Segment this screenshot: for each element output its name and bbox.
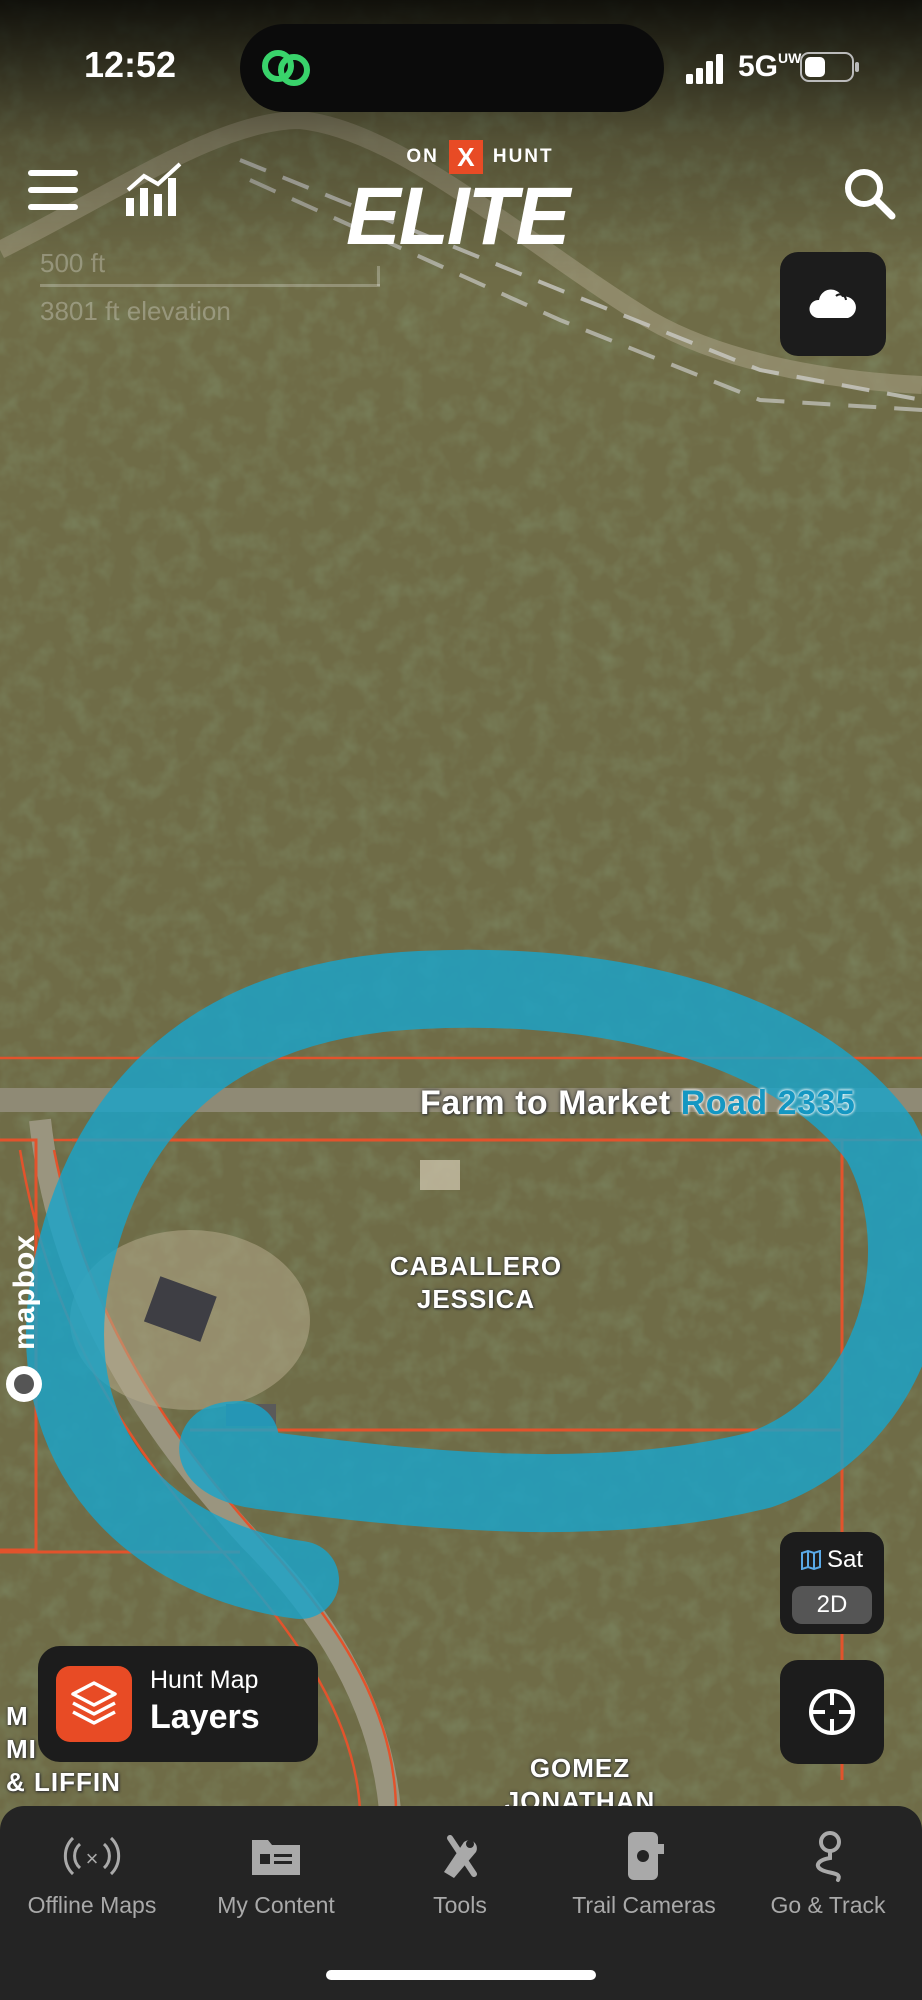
bar-chart-icon — [126, 162, 182, 216]
trail-camera-icon — [628, 1832, 664, 1880]
nav-go-track[interactable]: Go & Track — [736, 1806, 920, 1946]
scale-bar — [40, 284, 380, 287]
parcel-owner-line: JESSICA — [416, 1284, 536, 1314]
parcel-owner-line: CABALLERO — [389, 1251, 563, 1281]
map-fold-icon — [800, 1550, 821, 1570]
satellite-toggle[interactable]: Sat — [780, 1540, 884, 1580]
nav-label: Trail Cameras — [572, 1892, 716, 1918]
brand-logo-top: ON X HUNT — [390, 140, 570, 174]
link-rings-icon — [262, 50, 310, 86]
folder-card-icon — [252, 1840, 300, 1875]
nav-tools[interactable]: Tools — [368, 1806, 552, 1946]
search-icon — [845, 169, 896, 220]
brand-on: ON — [406, 146, 439, 167]
nav-label: Offline Maps — [27, 1892, 157, 1918]
parcel-owner-label[interactable]: CABALLERO JESSICA — [376, 1250, 576, 1316]
home-indicator[interactable] — [326, 1970, 596, 1980]
elevation-readout: 3801 ft elevation — [40, 296, 231, 326]
search-button[interactable] — [842, 166, 896, 220]
layers-stack-icon — [71, 1681, 117, 1725]
battery-icon — [800, 52, 859, 82]
nav-offline-maps[interactable]: × Offline Maps — [0, 1806, 184, 1946]
svg-text:mapbox: mapbox — [8, 1235, 41, 1350]
mapbox-logo[interactable]: mapbox — [0, 1200, 48, 1420]
nav-label: My Content — [217, 1892, 335, 1918]
scale-distance: 500 ft — [40, 248, 106, 278]
hamburger-menu-icon — [28, 170, 78, 210]
cell-signal-icon — [686, 54, 723, 84]
scale-bar-tick — [377, 266, 380, 286]
go-track-pin-icon — [815, 1831, 841, 1882]
nav-trail-cameras[interactable]: Trail Cameras — [552, 1806, 736, 1946]
network-type: 5GUW — [738, 50, 802, 83]
road-label: Farm to Market Road 2335 — [420, 1084, 855, 1123]
layers-title: Layers — [150, 1698, 260, 1736]
locate-compass-icon — [809, 1689, 855, 1735]
parcel-owner-line: GOMEZ — [529, 1753, 631, 1783]
stats-button[interactable] — [124, 160, 184, 218]
svg-text:×: × — [86, 1846, 99, 1871]
locate-button[interactable] — [780, 1660, 884, 1764]
road-label-part2: Road 2335 — [680, 1084, 856, 1122]
2d-toggle[interactable]: 2D — [792, 1586, 872, 1624]
layers-subtitle: Hunt Map — [150, 1666, 259, 1694]
map-style-panel: Sat 2D — [780, 1532, 884, 1634]
offline-signal-icon: × — [63, 1836, 121, 1876]
tools-icon — [444, 1835, 477, 1878]
layers-icon-tile — [56, 1666, 132, 1742]
weather-button[interactable] — [780, 252, 886, 356]
nav-my-content[interactable]: My Content — [184, 1806, 368, 1946]
brand-elite: ELITE — [346, 171, 570, 262]
road-label-part1: Farm to Market — [420, 1084, 671, 1122]
cloud-icon — [809, 289, 856, 318]
parcel-owner-line: & LIFFIN — [6, 1767, 121, 1797]
menu-button[interactable] — [28, 168, 78, 212]
nav-label: Go & Track — [770, 1892, 886, 1918]
hunt-map-layers-button[interactable]: Hunt Map Layers — [38, 1646, 318, 1762]
brand-x: X — [448, 140, 483, 174]
brand-hunt: HUNT — [492, 146, 554, 167]
status-time: 12:52 — [84, 44, 177, 85]
sat-label: Sat — [826, 1546, 864, 1573]
nav-label: Tools — [433, 1892, 487, 1918]
